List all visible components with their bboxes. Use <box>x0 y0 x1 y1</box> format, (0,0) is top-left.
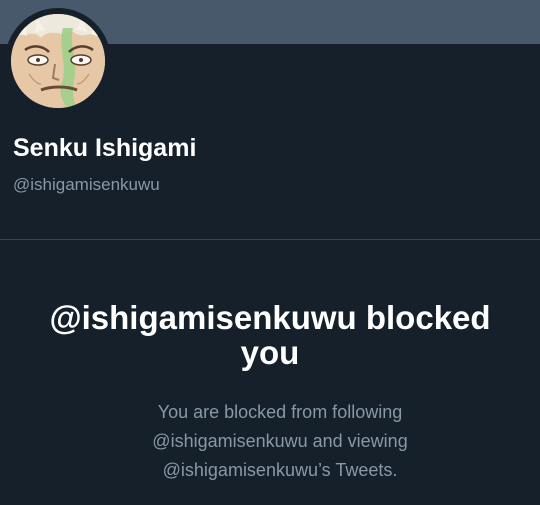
blocked-title-line-2: you <box>240 334 300 371</box>
blocked-message-line-2: @ishigamisenkuwu and viewing <box>152 431 408 451</box>
profile-display-name: Senku Ishigami <box>13 134 197 162</box>
blocked-message-line-3: @ishigamisenkuwu’s Tweets. <box>162 460 398 480</box>
blocked-title: @ishigamisenkuwu blocked you <box>0 300 540 370</box>
profile-handle: @ishigamisenkuwu <box>13 175 160 194</box>
blocked-message: You are blocked from following @ishigami… <box>100 398 460 485</box>
anime-face-avatar-icon <box>11 14 105 108</box>
blocked-notice: @ishigamisenkuwu blocked you You are blo… <box>0 240 540 505</box>
avatar[interactable] <box>11 14 105 108</box>
blocked-message-line-1: You are blocked from following <box>157 402 403 422</box>
blocked-title-line-1: @ishigamisenkuwu blocked <box>49 299 491 336</box>
